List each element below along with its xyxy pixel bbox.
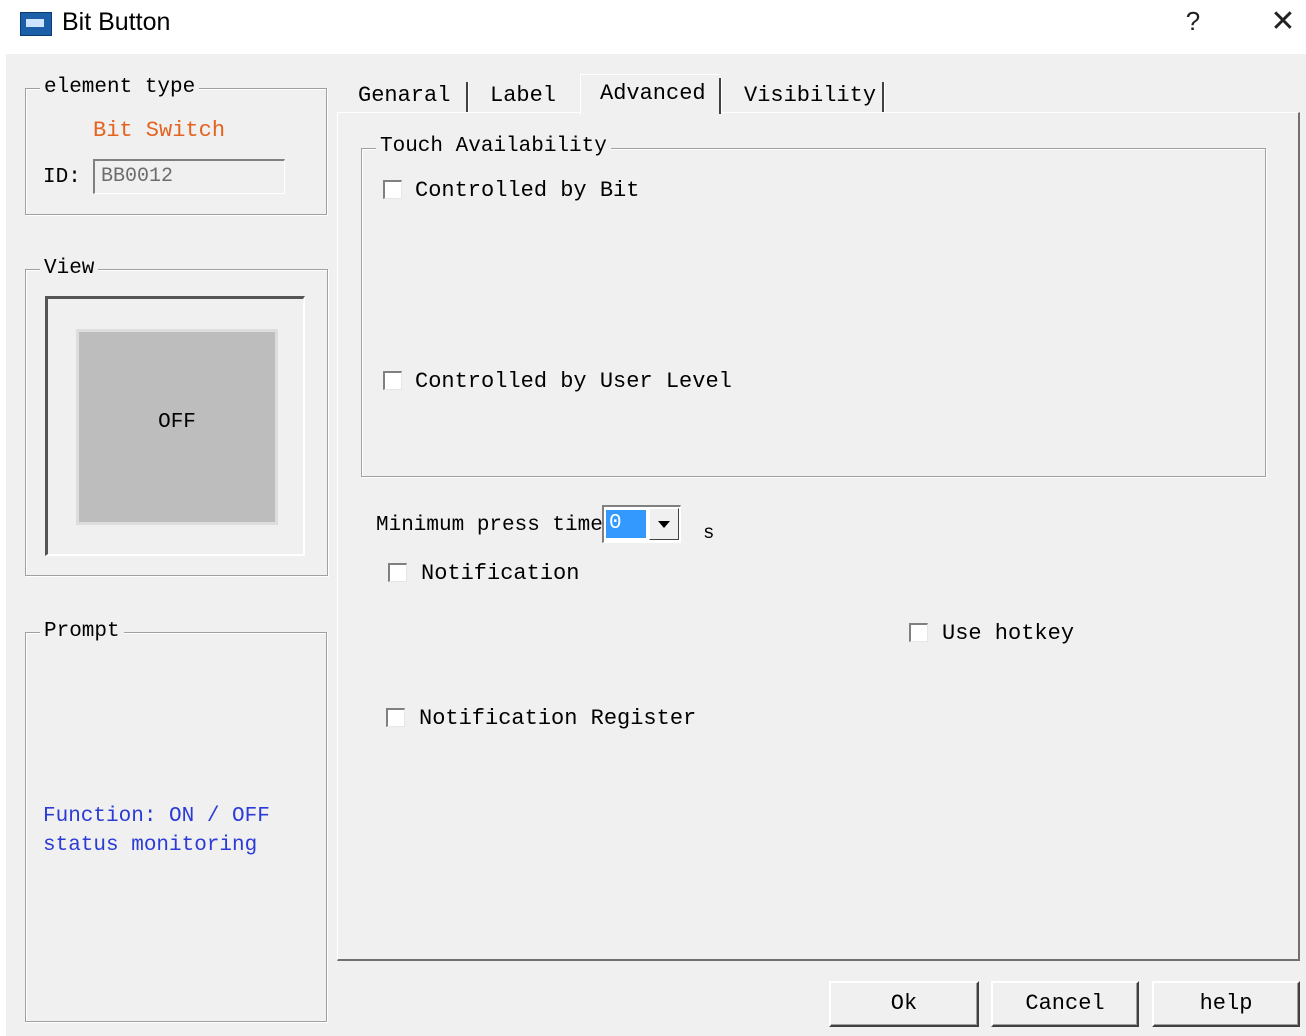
use-hotkey-label: Use hotkey [942, 621, 1075, 646]
id-value: BB0012 [101, 165, 174, 188]
tab-general[interactable]: Genaral [358, 78, 450, 114]
controlled-by-bit-label: Controlled by Bit [415, 178, 640, 203]
notification-label: Notification [421, 561, 580, 586]
element-type-group [25, 88, 327, 215]
prompt-line-2: status monitoring [43, 834, 258, 857]
min-press-time-label: Minimum press time: [376, 514, 616, 537]
help-icon[interactable]: ? [1183, 6, 1203, 37]
close-icon[interactable]: ✕ [1268, 4, 1298, 39]
notification-checkbox[interactable] [388, 563, 407, 582]
chevron-down-icon[interactable] [649, 508, 679, 540]
prompt-line-1: Function: ON / OFF [43, 805, 270, 828]
app-icon [20, 12, 52, 36]
min-press-time-value: 0 [606, 510, 646, 538]
cancel-button[interactable]: Cancel [991, 981, 1139, 1027]
prompt-legend: Prompt [40, 620, 124, 644]
tab-label[interactable]: Label [490, 78, 556, 114]
id-field[interactable]: BB0012 [93, 159, 285, 194]
view-legend: View [40, 257, 99, 281]
min-press-time-unit: s [703, 522, 715, 544]
view-preview-frame: OFF [45, 296, 305, 556]
element-type-name: Bit Switch [93, 118, 226, 143]
window-title: Bit Button [62, 8, 171, 36]
off-button-preview: OFF [76, 329, 278, 525]
help-button[interactable]: help [1152, 981, 1300, 1027]
preview-state-text: OFF [158, 411, 196, 434]
use-hotkey-checkbox[interactable] [909, 623, 928, 642]
controlled-by-user-level-checkbox[interactable] [383, 371, 402, 390]
touch-availability-legend: Touch Availability [376, 135, 611, 159]
tab-divider [466, 82, 469, 112]
tab-visibility[interactable]: Visibility [744, 78, 876, 114]
tab-divider [882, 82, 885, 112]
tab-advanced[interactable]: Advanced [600, 76, 706, 112]
title-bar: Bit Button ? ✕ [0, 0, 1306, 52]
element-type-legend: element type [40, 76, 200, 100]
ok-button[interactable]: Ok [829, 981, 979, 1027]
notification-register-checkbox[interactable] [386, 708, 405, 727]
notification-register-label: Notification Register [419, 706, 697, 731]
min-press-time-select[interactable]: 0 [602, 505, 681, 543]
controlled-by-bit-checkbox[interactable] [383, 180, 402, 199]
controlled-by-user-level-label: Controlled by User Level [415, 369, 732, 394]
id-label: ID: [43, 166, 81, 189]
tab-divider [719, 78, 722, 114]
